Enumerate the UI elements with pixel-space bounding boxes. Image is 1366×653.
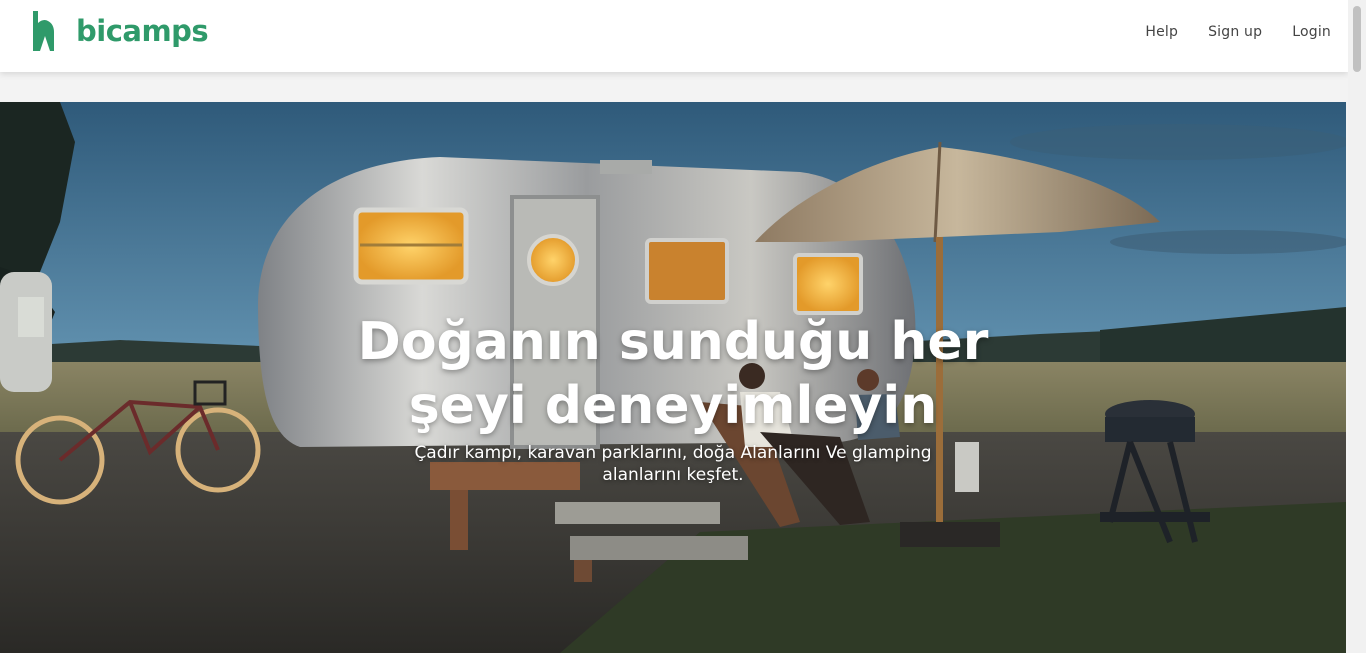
scrollbar-thumb[interactable]	[1353, 6, 1361, 72]
brand-logo[interactable]: bicamps	[30, 9, 209, 53]
site-header: bicamps Help Sign up Login	[0, 0, 1348, 72]
help-link[interactable]: Help	[1145, 24, 1178, 40]
hero-title: Doğanın sunduğu her şeyi deneyimleyin	[0, 310, 1346, 438]
top-nav: Help Sign up Login	[1145, 24, 1331, 40]
page-scrollbar[interactable]	[1348, 0, 1366, 653]
hero-section: Doğanın sunduğu her şeyi deneyimleyin Ça…	[0, 102, 1346, 653]
hero-title-line-2: şeyi deneyimleyin	[408, 376, 938, 436]
signup-link[interactable]: Sign up	[1208, 24, 1262, 40]
login-link[interactable]: Login	[1292, 24, 1331, 40]
hero-title-line-1: Doğanın sunduğu her	[357, 312, 989, 372]
tent-h-logo-icon	[33, 11, 54, 51]
hero-subtitle-line-2: alanlarını keşfet.	[602, 465, 744, 485]
brand-name: bicamps	[76, 14, 209, 48]
hero-subtitle-line-1: Çadır kampı, karavan parklarını, doğa Al…	[414, 443, 932, 463]
hero-subtitle: Çadır kampı, karavan parklarını, doğa Al…	[0, 442, 1346, 486]
